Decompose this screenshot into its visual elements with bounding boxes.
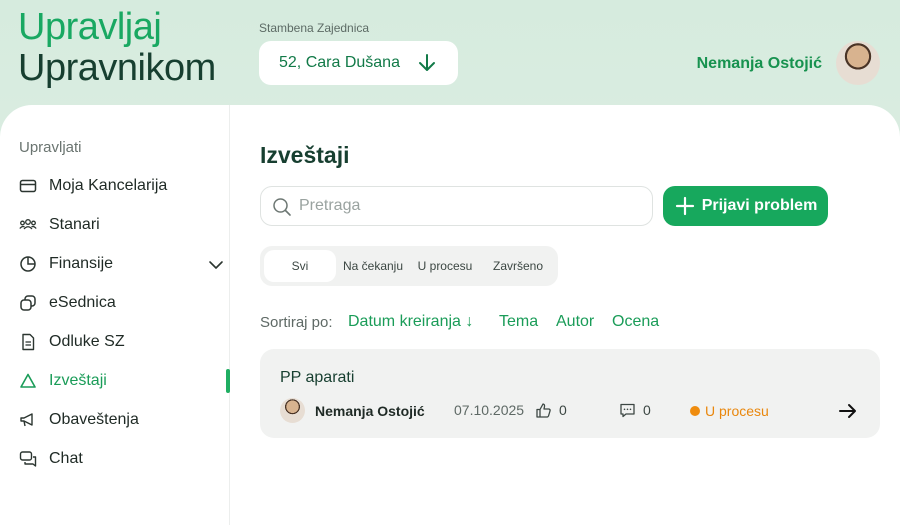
sidebar-item-odluke-sz[interactable]: Odluke SZ xyxy=(19,330,125,354)
sort-option-datum-kreiranja[interactable]: Datum kreiranja ↓ xyxy=(348,313,473,331)
sidebar-item-stanari[interactable]: Stanari xyxy=(19,213,100,237)
sort-option-autor[interactable]: Autor xyxy=(556,313,594,331)
document-icon xyxy=(22,333,35,351)
tab-zavrseno[interactable]: Završeno xyxy=(482,250,554,282)
wallet-icon xyxy=(19,179,37,193)
report-title: PP aparati xyxy=(280,369,355,386)
sidebar-item-label: eSednica xyxy=(49,294,116,311)
tab-u-procesu[interactable]: U procesu xyxy=(410,250,480,282)
report-problem-button[interactable]: Prijavi problem xyxy=(663,186,828,226)
report-problem-label: Prijavi problem xyxy=(701,197,818,214)
author-avatar xyxy=(280,398,305,423)
comments-count: 0 xyxy=(643,402,651,418)
app-logo[interactable]: Upravljaj Upravnikom xyxy=(18,8,216,87)
logo-line-1: Upravljaj xyxy=(18,6,162,48)
sort-option-ocena[interactable]: Ocena xyxy=(612,313,659,331)
sidebar-item-izvestaji[interactable]: Izveštaji xyxy=(19,369,107,393)
report-author: Nemanja Ostojić xyxy=(315,403,425,419)
status-label: U procesu xyxy=(705,403,769,419)
sidebar-item-label: Chat xyxy=(49,450,83,467)
plus-icon xyxy=(675,196,694,216)
warning-triangle-icon xyxy=(20,373,36,388)
sidebar-item-chat[interactable]: Chat xyxy=(19,447,83,471)
report-comments[interactable]: 0 xyxy=(619,401,651,419)
sidebar-item-label: Finansije xyxy=(49,255,114,272)
chat-icon xyxy=(19,451,37,467)
megaphone-icon xyxy=(20,413,33,427)
sort-option-tema[interactable]: Tema xyxy=(499,313,538,331)
sidebar-item-label: Obaveštenja xyxy=(49,411,139,428)
pie-chart-icon xyxy=(20,256,36,272)
status-dot xyxy=(690,406,700,416)
sidebar-section-title: Upravljati xyxy=(19,139,82,156)
sidebar-item-finansije[interactable]: Finansije xyxy=(19,252,113,276)
chevron-down-icon[interactable] xyxy=(207,256,225,274)
building-select[interactable]: 52, Cara Dušana xyxy=(259,41,458,85)
users-icon xyxy=(19,219,37,230)
user-avatar[interactable] xyxy=(836,41,880,85)
sidebar-item-obavestenja[interactable]: Obaveštenja xyxy=(19,408,139,432)
thumbs-up-icon xyxy=(536,402,551,418)
status-badge: U procesu xyxy=(690,403,769,419)
report-date: 07.10.2025 xyxy=(454,402,525,418)
copy-icon xyxy=(20,295,36,311)
search-box[interactable] xyxy=(260,186,653,226)
sidebar-item-moja-kancelarija[interactable]: Moja Kancelarija xyxy=(19,174,167,198)
report-card[interactable]: PP aparati Nemanja Ostojić 07.10.2025 0 … xyxy=(260,349,880,438)
sidebar-item-esednica[interactable]: eSednica xyxy=(19,291,116,315)
status-tabs: Svi Na čekanju U procesu Završeno xyxy=(260,246,558,286)
likes-count: 0 xyxy=(559,402,567,418)
page-title: Izveštaji xyxy=(260,142,350,168)
report-likes[interactable]: 0 xyxy=(535,401,567,419)
sidebar-item-label: Izveštaji xyxy=(49,372,107,389)
sidebar-item-label: Stanari xyxy=(49,216,100,233)
content-card: Upravljati Moja Kancelarija Stanari Fina… xyxy=(0,105,900,525)
comment-icon xyxy=(620,403,635,417)
sidebar-item-label: Odluke SZ xyxy=(49,333,125,350)
sort-label: Sortiraj po: xyxy=(260,314,333,331)
building-value: 52, Cara Dušana xyxy=(279,54,400,71)
tab-svi[interactable]: Svi xyxy=(264,250,336,282)
arrow-right-icon[interactable] xyxy=(838,401,858,421)
building-label: Stambena Zajednica xyxy=(259,21,370,35)
sidebar-active-indicator xyxy=(226,369,230,393)
sidebar: Upravljati Moja Kancelarija Stanari Fina… xyxy=(0,105,230,525)
search-icon xyxy=(273,198,291,216)
logo-line-2: Upravnikom xyxy=(18,47,216,89)
sidebar-item-label: Moja Kancelarija xyxy=(49,177,168,194)
user-name[interactable]: Nemanja Ostojić xyxy=(697,55,822,73)
arrow-down-icon xyxy=(419,54,435,71)
tab-na-cekanju[interactable]: Na čekanju xyxy=(338,250,408,282)
search-input[interactable] xyxy=(299,197,639,215)
